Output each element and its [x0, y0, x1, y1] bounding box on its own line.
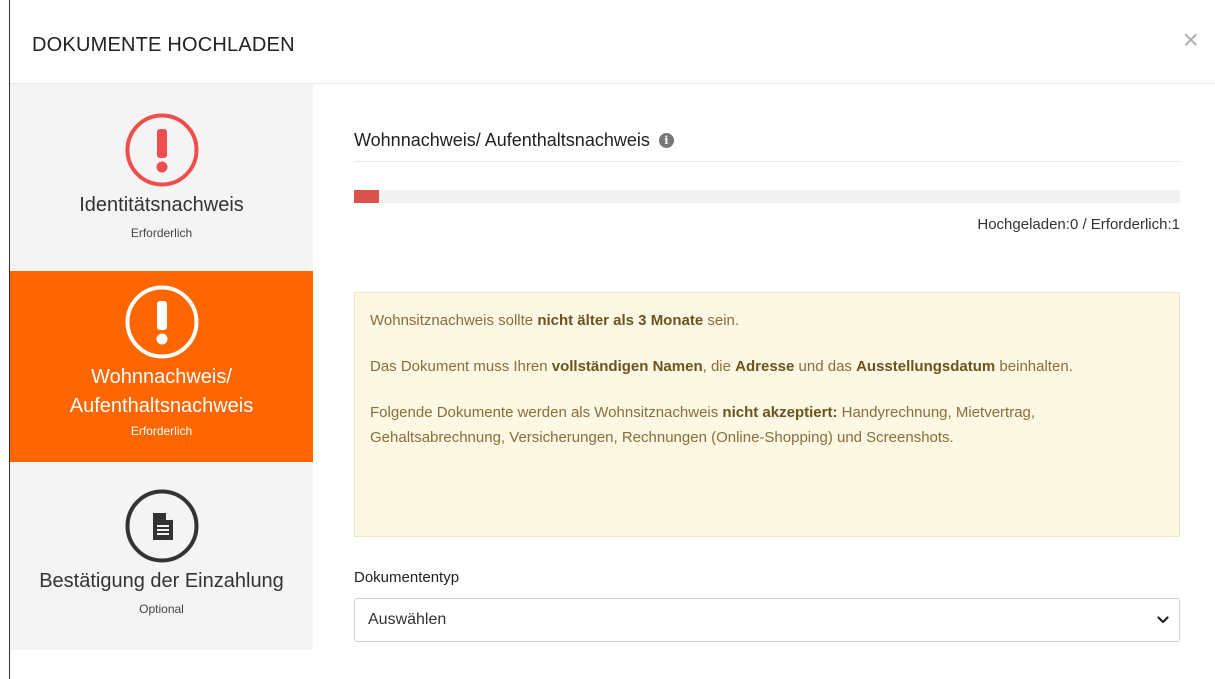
section-title-text: Wohnnachweis/ Aufenthaltsnachweis: [354, 130, 650, 150]
step-status: Erforderlich: [130, 424, 193, 438]
alert-paragraph-1: Wohnsitznachweis sollte nicht älter als …: [370, 312, 740, 329]
modal-title: DOKUMENTE HOCHLADEN: [32, 34, 295, 56]
step-status: Erforderlich: [130, 226, 193, 240]
alert-circle-icon: [125, 285, 198, 359]
document-icon: [125, 489, 198, 563]
chevron-down-icon: [1157, 616, 1169, 624]
alert-paragraph-3: Folgende Dokumente werden als Wohnsitzna…: [370, 404, 1036, 446]
document-type-select[interactable]: Auswählen: [354, 598, 1180, 642]
info-icon[interactable]: i: [658, 133, 674, 148]
step-wohnnachweis[interactable]: Wohnnachweis/ Aufenthaltsnachweis Erford…: [10, 271, 313, 462]
step-status: Optional: [139, 602, 184, 616]
step-label: Wohnnachweis/: [91, 366, 232, 388]
upload-progress-bar: [354, 190, 1180, 203]
upload-progress-text: Hochgeladen:0 / Erforderlich:1: [977, 216, 1180, 233]
step-identitaetsnachweis[interactable]: Identitätsnachweis Erforderlich: [10, 84, 313, 271]
requirements-alert: Wohnsitznachweis sollte nicht älter als …: [354, 292, 1180, 537]
step-label-line2: Aufenthaltsnachweis: [69, 395, 254, 417]
section-title: Wohnnachweis/ Aufenthaltsnachweis i: [354, 130, 674, 151]
upload-progress-fill: [354, 190, 379, 203]
step-einzahlung[interactable]: Bestätigung der Einzahlung Optional: [10, 462, 313, 650]
alert-circle-icon: [125, 113, 198, 187]
close-button[interactable]: ×: [1183, 26, 1199, 54]
modal-header: DOKUMENTE HOCHLADEN ×: [10, 0, 1215, 84]
step-label: Bestätigung der Einzahlung: [39, 570, 284, 592]
document-type-selected: Auswählen: [368, 611, 447, 628]
alert-paragraph-2: Das Dokument muss Ihren vollständigen Na…: [370, 358, 1073, 375]
divider: [354, 161, 1180, 162]
step-label: Identitätsnachweis: [79, 194, 244, 216]
steps-sidebar: Identitätsnachweis Erforderlich Wohnnach…: [10, 84, 313, 650]
document-type-label: Dokumententyp: [354, 569, 460, 586]
